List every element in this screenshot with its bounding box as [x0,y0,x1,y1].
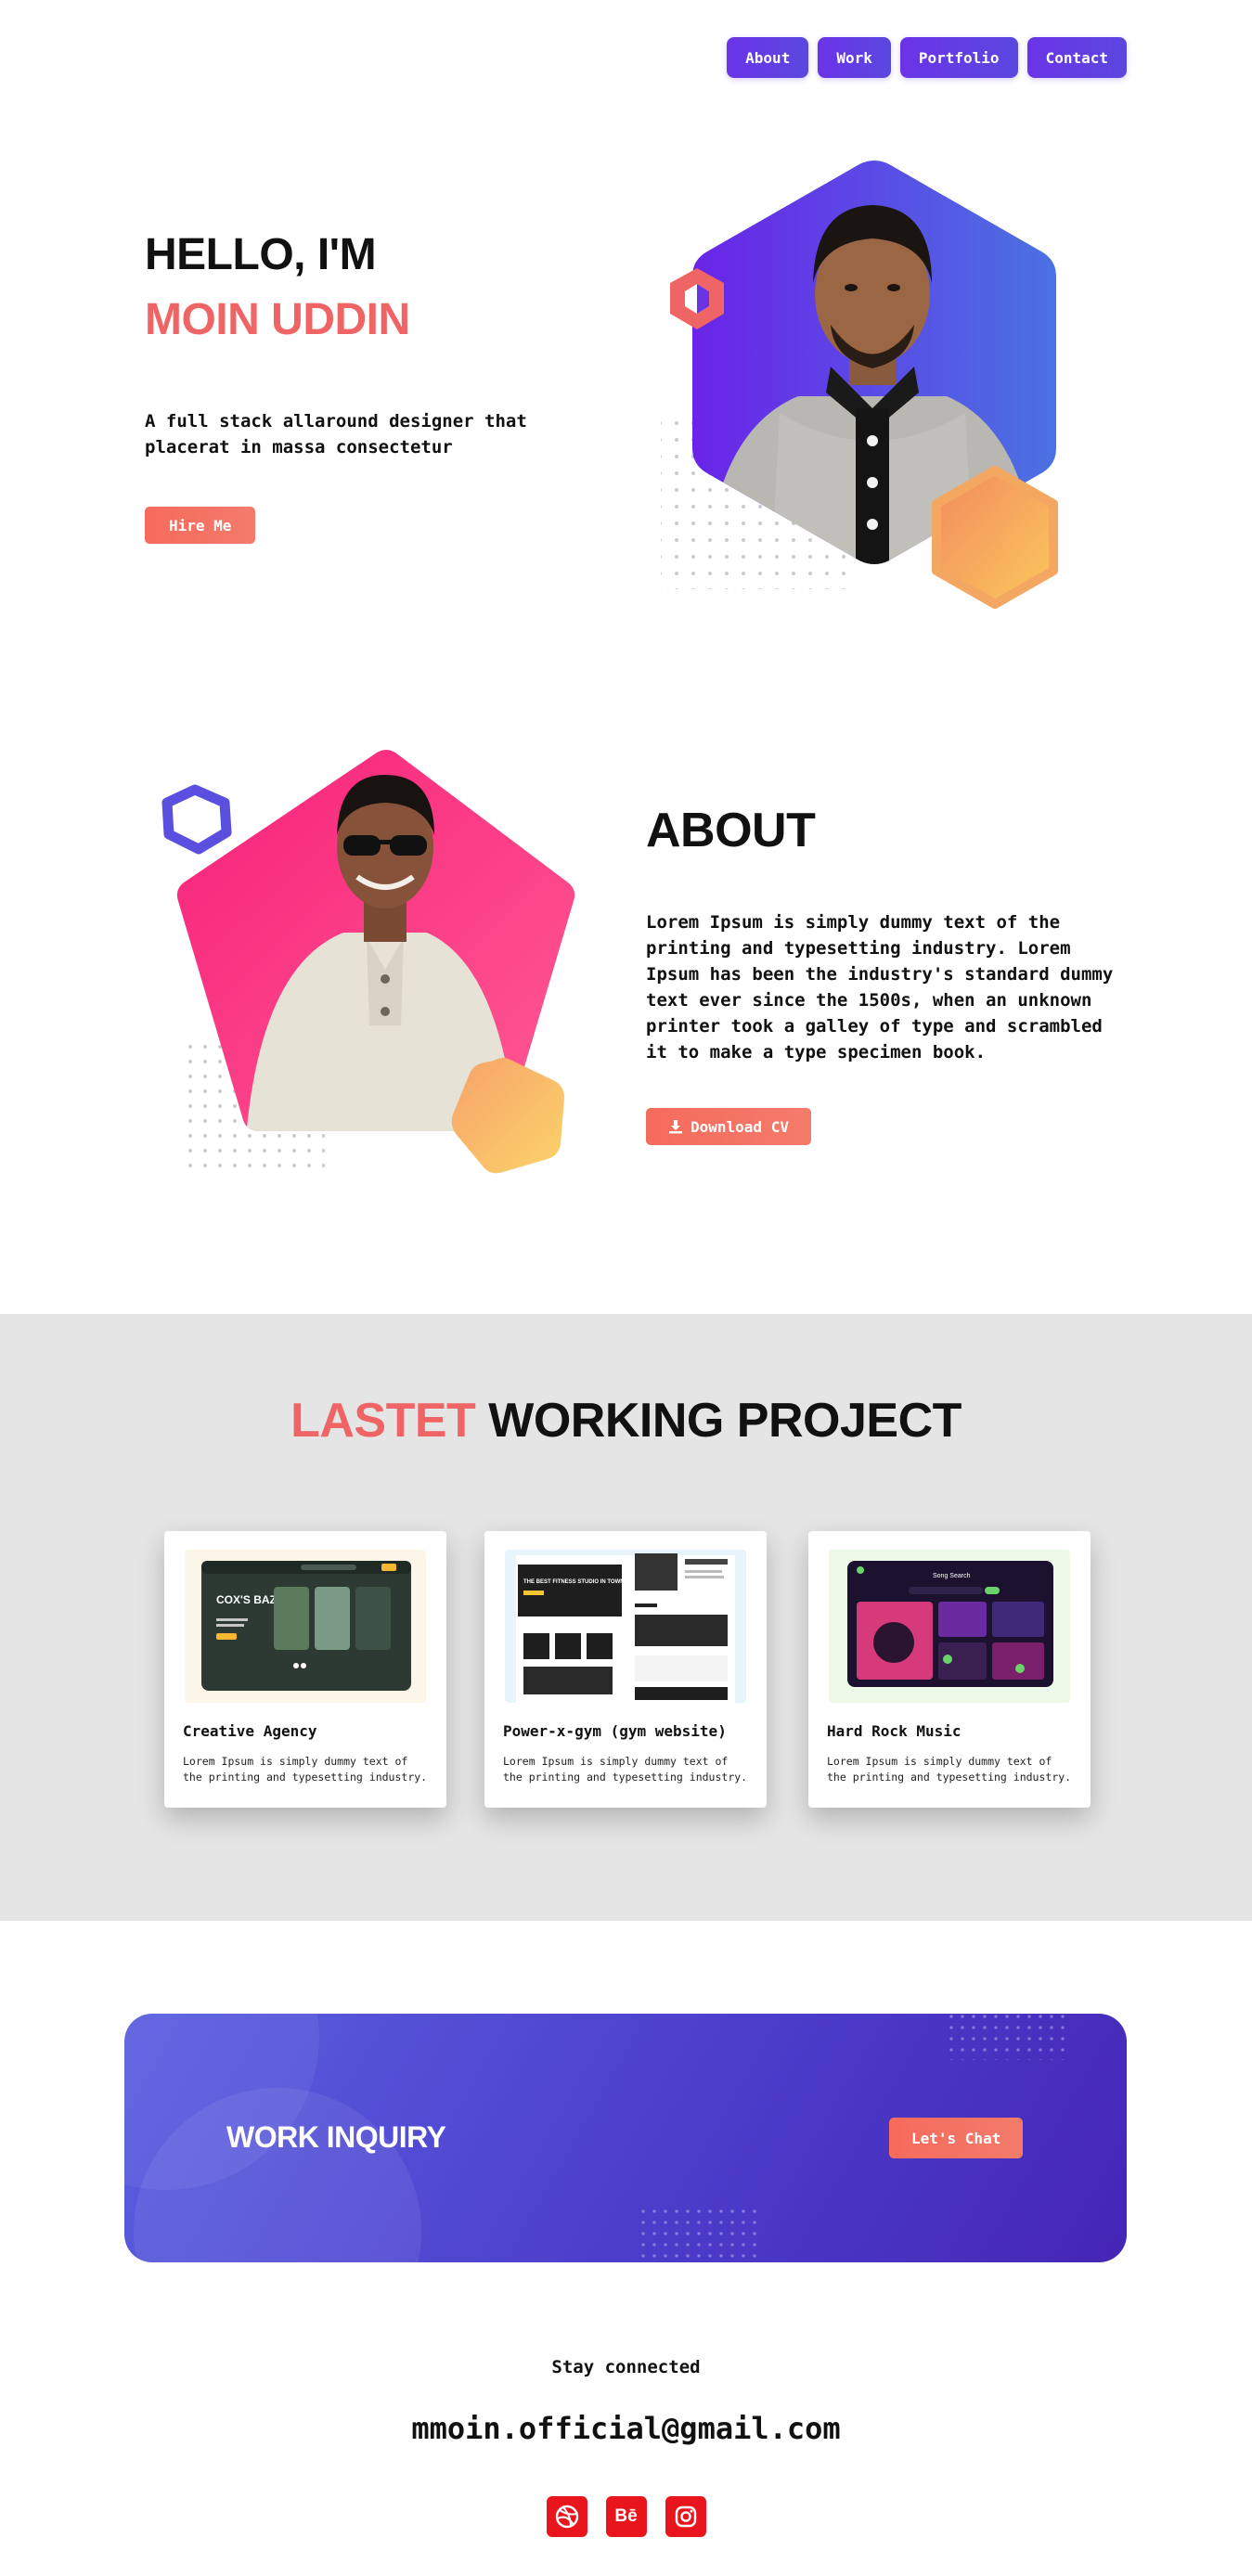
projects-title-rest: WORKING PROJECT [488,1394,962,1448]
nav-contact-button[interactable]: Contact [1026,37,1127,78]
project-title: Hard Rock Music [827,1722,962,1740]
hero-greeting: HELLO, I'M [145,230,377,279]
dot-pattern [949,2014,1069,2060]
nav-about-button[interactable]: About [727,37,809,78]
project-description: Lorem Ipsum is simply dummy text of the … [827,1755,1072,1784]
about-body: Lorem Ipsum is simply dummy text of the … [646,912,1114,1063]
project-card[interactable]: COX'S BAZAR Creative Agency Lorem Ipsum … [164,1531,446,1808]
hero-name: MOIN UDDIN [145,295,410,344]
hero-portrait [661,161,1058,609]
project-card[interactable]: THE BEST FITNESS STUDIO IN TOWN Power-x-… [484,1531,767,1808]
dribbble-link[interactable] [546,2496,587,2537]
work-inquiry-title: WORK INQUIRY [226,2120,446,2154]
behance-icon: Bē [614,2506,638,2526]
project-title: Creative Agency [183,1722,317,1740]
project-thumbnail: COX'S BAZAR [185,1550,426,1703]
top-nav: About Work Portfolio Contact [727,37,1127,78]
thumb-text: THE BEST FITNESS STUDIO IN TOWN [523,1579,625,1585]
stay-connected-label: Stay connected [551,2357,701,2377]
lets-chat-button[interactable]: Let's Chat [889,2118,1024,2158]
hero-text: HELLO, I'M MOIN UDDIN A full stack allar… [145,223,581,544]
instagram-icon [675,2505,696,2528]
about-text: ABOUT Lorem Ipsum is simply dummy text o… [646,798,1129,1145]
behance-link[interactable]: Bē [605,2496,647,2537]
purple-hexagon-ring [161,784,232,855]
project-description: Lorem Ipsum is simply dummy text of the … [183,1755,428,1784]
projects-section: LASTET WORKING PROJECT COX'S BAZAR Creat… [0,1314,1252,1921]
hire-me-label: Hire Me [169,516,232,535]
download-icon [669,1120,682,1134]
project-card[interactable]: Song Search Hard Rock Music Lorem Ipsum … [808,1531,1091,1808]
lets-chat-label: Let's Chat [911,2129,1001,2147]
about-title: ABOUT [646,804,816,857]
about-portrait [161,750,575,1174]
thumb-text: Song Search [933,1573,971,1579]
social-links: Bē [0,2496,1252,2537]
dribbble-icon [555,2505,578,2529]
nav-portfolio-button[interactable]: Portfolio [899,37,1018,78]
hero-tagline: A full stack allaround designer that pla… [145,411,527,457]
work-inquiry-banner: WORK INQUIRY Let's Chat [124,2014,1127,2262]
yellow-hexagon [932,466,1058,609]
projects-title-accent: LASTET [290,1394,476,1448]
hire-me-button[interactable]: Hire Me [145,507,256,544]
instagram-link[interactable] [665,2496,706,2537]
nav-work-button[interactable]: Work [818,37,891,78]
project-thumbnail: Song Search [829,1550,1070,1703]
project-description: Lorem Ipsum is simply dummy text of the … [503,1755,748,1784]
dot-pattern [640,2209,761,2262]
email-link[interactable]: mmoin.official@gmail.com [0,2411,1252,2446]
download-cv-button[interactable]: Download CV [646,1108,811,1145]
project-thumbnail: THE BEST FITNESS STUDIO IN TOWN [505,1550,746,1703]
project-title: Power-x-gym (gym website) [503,1722,727,1740]
projects-title: LASTET WORKING PROJECT [0,1388,1252,1453]
download-cv-label: Download CV [691,1117,789,1136]
